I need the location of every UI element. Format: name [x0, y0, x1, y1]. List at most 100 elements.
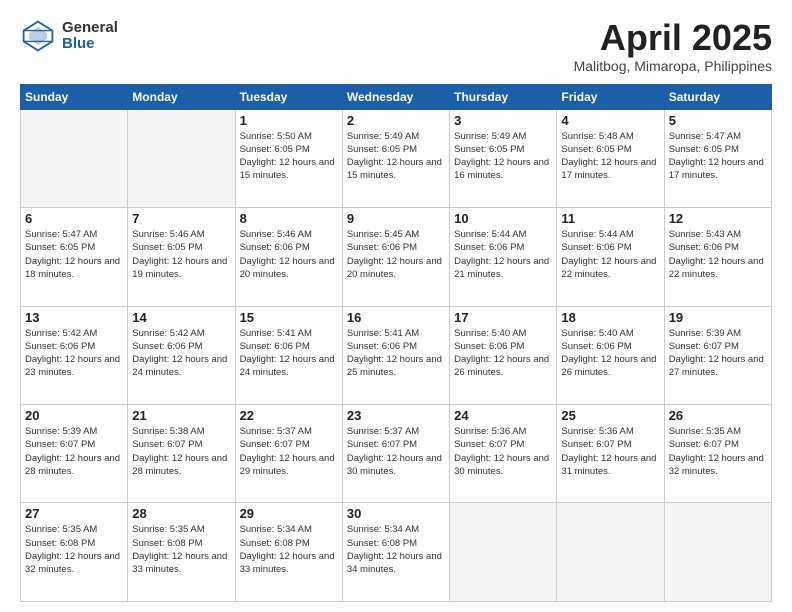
calendar-cell: 18 Sunrise: 5:40 AM Sunset: 6:06 PM Dayli…: [557, 306, 664, 404]
calendar-header-tuesday: Tuesday: [235, 84, 342, 109]
calendar-cell: 21 Sunrise: 5:38 AM Sunset: 6:07 PM Dayli…: [128, 405, 235, 503]
day-info: Sunrise: 5:36 AM Sunset: 6:07 PM Dayligh…: [561, 425, 659, 478]
day-info: Sunrise: 5:48 AM Sunset: 6:05 PM Dayligh…: [561, 130, 659, 183]
calendar-cell: [21, 109, 128, 207]
calendar-cell: 29 Sunrise: 5:34 AM Sunset: 6:08 PM Dayli…: [235, 503, 342, 602]
calendar-week-row: 27Sunrise: 5:35 AM Sunset: 6:08 PM Dayli…: [21, 503, 772, 602]
day-info: Sunrise: 5:39 AM Sunset: 6:07 PM Dayligh…: [25, 425, 123, 478]
day-number: 6: [25, 211, 123, 226]
logo-general-label: General: [62, 20, 118, 37]
calendar-table: SundayMondayTuesdayWednesdayThursdayFrid…: [20, 84, 772, 602]
day-number: 30: [347, 506, 445, 521]
day-info: Sunrise: 5:35 AM Sunset: 6:07 PM Dayligh…: [669, 425, 767, 478]
day-number: 24: [454, 408, 552, 423]
day-info: Sunrise: 5:47 AM Sunset: 6:05 PM Dayligh…: [669, 130, 767, 183]
day-info: Sunrise: 5:44 AM Sunset: 6:06 PM Dayligh…: [454, 228, 552, 281]
day-number: 4: [561, 113, 659, 128]
day-number: 7: [132, 211, 230, 226]
month-title: April 2025: [574, 18, 772, 58]
day-info: Sunrise: 5:40 AM Sunset: 6:06 PM Dayligh…: [561, 327, 659, 380]
calendar-cell: [450, 503, 557, 602]
calendar-header-thursday: Thursday: [450, 84, 557, 109]
day-number: 29: [240, 506, 338, 521]
calendar-week-row: 6 Sunrise: 5:47 AM Sunset: 6:05 PM Daylig…: [21, 208, 772, 306]
day-number: 12: [669, 211, 767, 226]
calendar-cell: 16Sunrise: 5:41 AM Sunset: 6:06 PM Dayli…: [342, 306, 449, 404]
calendar-cell: 1 Sunrise: 5:50 AM Sunset: 6:05 PM Daylig…: [235, 109, 342, 207]
calendar-cell: 12 Sunrise: 5:43 AM Sunset: 6:06 PM Dayli…: [664, 208, 771, 306]
day-info: Sunrise: 5:37 AM Sunset: 6:07 PM Dayligh…: [347, 425, 445, 478]
calendar-cell: 2 Sunrise: 5:49 AM Sunset: 6:05 PM Daylig…: [342, 109, 449, 207]
logo-icon: [20, 18, 56, 54]
day-number: 1: [240, 113, 338, 128]
day-info: Sunrise: 5:41 AM Sunset: 6:06 PM Dayligh…: [347, 327, 445, 380]
calendar-cell: 25 Sunrise: 5:36 AM Sunset: 6:07 PM Dayli…: [557, 405, 664, 503]
day-number: 25: [561, 408, 659, 423]
calendar-cell: 24Sunrise: 5:36 AM Sunset: 6:07 PM Dayli…: [450, 405, 557, 503]
logo: General Blue: [20, 18, 118, 54]
day-number: 2: [347, 113, 445, 128]
calendar-week-row: 13Sunrise: 5:42 AM Sunset: 6:06 PM Dayli…: [21, 306, 772, 404]
day-info: Sunrise: 5:43 AM Sunset: 6:06 PM Dayligh…: [669, 228, 767, 281]
day-number: 21: [132, 408, 230, 423]
day-number: 8: [240, 211, 338, 226]
calendar-cell: [557, 503, 664, 602]
calendar-cell: 27Sunrise: 5:35 AM Sunset: 6:08 PM Dayli…: [21, 503, 128, 602]
calendar-cell: 19Sunrise: 5:39 AM Sunset: 6:07 PM Dayli…: [664, 306, 771, 404]
calendar-header-monday: Monday: [128, 84, 235, 109]
calendar-cell: 20Sunrise: 5:39 AM Sunset: 6:07 PM Dayli…: [21, 405, 128, 503]
day-number: 3: [454, 113, 552, 128]
day-info: Sunrise: 5:40 AM Sunset: 6:06 PM Dayligh…: [454, 327, 552, 380]
calendar-header-wednesday: Wednesday: [342, 84, 449, 109]
day-number: 10: [454, 211, 552, 226]
day-number: 23: [347, 408, 445, 423]
calendar-cell: 17Sunrise: 5:40 AM Sunset: 6:06 PM Dayli…: [450, 306, 557, 404]
day-number: 9: [347, 211, 445, 226]
calendar-cell: [664, 503, 771, 602]
calendar-cell: 3 Sunrise: 5:49 AM Sunset: 6:05 PM Daylig…: [450, 109, 557, 207]
calendar-header-row: SundayMondayTuesdayWednesdayThursdayFrid…: [21, 84, 772, 109]
day-info: Sunrise: 5:38 AM Sunset: 6:07 PM Dayligh…: [132, 425, 230, 478]
title-section: April 2025 Malitbog, Mimaropa, Philippin…: [574, 18, 772, 74]
location: Malitbog, Mimaropa, Philippines: [574, 58, 772, 74]
calendar-cell: 14Sunrise: 5:42 AM Sunset: 6:06 PM Dayli…: [128, 306, 235, 404]
day-info: Sunrise: 5:44 AM Sunset: 6:06 PM Dayligh…: [561, 228, 659, 281]
day-info: Sunrise: 5:49 AM Sunset: 6:05 PM Dayligh…: [347, 130, 445, 183]
day-info: Sunrise: 5:47 AM Sunset: 6:05 PM Dayligh…: [25, 228, 123, 281]
calendar-cell: 5Sunrise: 5:47 AM Sunset: 6:05 PM Daylig…: [664, 109, 771, 207]
calendar-cell: 9 Sunrise: 5:45 AM Sunset: 6:06 PM Daylig…: [342, 208, 449, 306]
calendar-cell: 22Sunrise: 5:37 AM Sunset: 6:07 PM Dayli…: [235, 405, 342, 503]
day-info: Sunrise: 5:34 AM Sunset: 6:08 PM Dayligh…: [240, 523, 338, 576]
day-info: Sunrise: 5:45 AM Sunset: 6:06 PM Dayligh…: [347, 228, 445, 281]
day-info: Sunrise: 5:41 AM Sunset: 6:06 PM Dayligh…: [240, 327, 338, 380]
calendar-cell: 7Sunrise: 5:46 AM Sunset: 6:05 PM Daylig…: [128, 208, 235, 306]
calendar-cell: 6 Sunrise: 5:47 AM Sunset: 6:05 PM Daylig…: [21, 208, 128, 306]
day-info: Sunrise: 5:35 AM Sunset: 6:08 PM Dayligh…: [132, 523, 230, 576]
calendar-header-saturday: Saturday: [664, 84, 771, 109]
day-number: 15: [240, 310, 338, 325]
calendar-header-friday: Friday: [557, 84, 664, 109]
calendar-cell: [128, 109, 235, 207]
calendar-header-sunday: Sunday: [21, 84, 128, 109]
day-info: Sunrise: 5:49 AM Sunset: 6:05 PM Dayligh…: [454, 130, 552, 183]
day-info: Sunrise: 5:37 AM Sunset: 6:07 PM Dayligh…: [240, 425, 338, 478]
calendar-week-row: 20Sunrise: 5:39 AM Sunset: 6:07 PM Dayli…: [21, 405, 772, 503]
day-info: Sunrise: 5:39 AM Sunset: 6:07 PM Dayligh…: [669, 327, 767, 380]
logo-blue-label: Blue: [62, 36, 118, 53]
day-info: Sunrise: 5:35 AM Sunset: 6:08 PM Dayligh…: [25, 523, 123, 576]
day-number: 18: [561, 310, 659, 325]
calendar-cell: 30 Sunrise: 5:34 AM Sunset: 6:08 PM Dayli…: [342, 503, 449, 602]
logo-text: General Blue: [62, 20, 118, 53]
day-info: Sunrise: 5:42 AM Sunset: 6:06 PM Dayligh…: [25, 327, 123, 380]
header: General Blue April 2025 Malitbog, Mimaro…: [20, 18, 772, 74]
day-number: 26: [669, 408, 767, 423]
calendar-week-row: 1 Sunrise: 5:50 AM Sunset: 6:05 PM Daylig…: [21, 109, 772, 207]
day-number: 11: [561, 211, 659, 226]
day-number: 28: [132, 506, 230, 521]
calendar-cell: 26 Sunrise: 5:35 AM Sunset: 6:07 PM Dayli…: [664, 405, 771, 503]
calendar-cell: 8 Sunrise: 5:46 AM Sunset: 6:06 PM Daylig…: [235, 208, 342, 306]
day-info: Sunrise: 5:34 AM Sunset: 6:08 PM Dayligh…: [347, 523, 445, 576]
day-info: Sunrise: 5:50 AM Sunset: 6:05 PM Dayligh…: [240, 130, 338, 183]
calendar-cell: 15 Sunrise: 5:41 AM Sunset: 6:06 PM Dayli…: [235, 306, 342, 404]
day-info: Sunrise: 5:46 AM Sunset: 6:06 PM Dayligh…: [240, 228, 338, 281]
